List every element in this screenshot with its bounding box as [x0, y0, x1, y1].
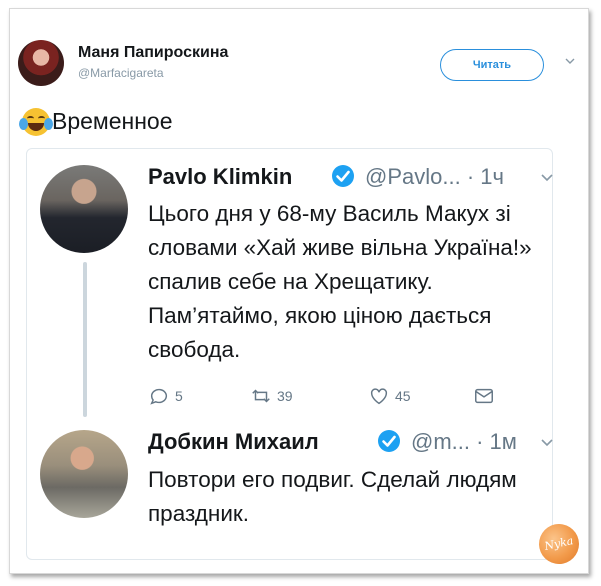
- retweet-count: 39: [277, 388, 293, 404]
- author-avatar[interactable]: [18, 40, 64, 86]
- chevron-down-icon[interactable]: [540, 436, 554, 450]
- reply-action[interactable]: 5: [148, 384, 183, 408]
- reply-tweet-text: Повтори его подвиг. Сделай людям праздни…: [148, 467, 517, 526]
- chevron-down-icon[interactable]: [565, 56, 575, 66]
- author-name[interactable]: Маня Папироскина: [78, 44, 228, 62]
- quoted-author-handle[interactable]: @Pavlo... · 1ч: [365, 164, 504, 190]
- reply-icon: [150, 388, 168, 405]
- heart-icon: [370, 388, 388, 405]
- reply-author-handle[interactable]: @m... · 1м: [411, 429, 517, 455]
- like-action[interactable]: 45: [368, 384, 411, 408]
- quoted-author-name[interactable]: Pavlo Klimkin: [148, 164, 292, 190]
- author-handle[interactable]: @Marfacigareta: [78, 66, 164, 80]
- like-count: 45: [395, 388, 411, 404]
- mouth-icon: [28, 123, 44, 131]
- verified-badge-icon: [378, 430, 400, 452]
- tweet-text: Временное: [52, 108, 173, 134]
- quoted-tweet-text: Цього дня у 68-му Василь Макух зі словам…: [148, 201, 532, 362]
- thread-line: [83, 262, 87, 417]
- quoted-author-avatar[interactable]: [40, 165, 128, 253]
- reply-author-name[interactable]: Добкин Михаил: [148, 429, 319, 455]
- chevron-down-icon[interactable]: [540, 171, 554, 185]
- joy-emoji-icon: [19, 108, 53, 136]
- reply-author-avatar[interactable]: [40, 430, 128, 518]
- envelope-icon: [475, 388, 493, 404]
- eye-icon: [38, 116, 45, 121]
- eye-icon: [27, 116, 34, 121]
- retweet-icon: [252, 389, 270, 403]
- retweet-action[interactable]: 39: [250, 384, 293, 408]
- follow-button[interactable]: Читать: [440, 49, 544, 81]
- reply-count: 5: [175, 388, 183, 404]
- message-action[interactable]: [473, 384, 495, 408]
- verified-badge-icon: [332, 165, 354, 187]
